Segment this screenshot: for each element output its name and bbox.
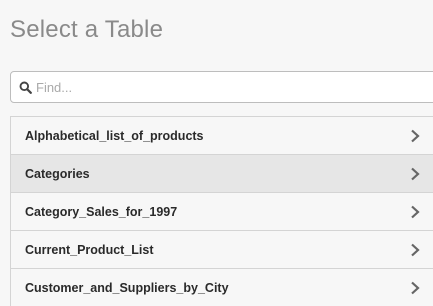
search-icon [19, 81, 32, 94]
page-title: Select a Table [10, 16, 164, 43]
list-item[interactable]: Categories [11, 155, 433, 193]
search-input[interactable] [36, 79, 416, 95]
list-item[interactable]: Alphabetical_list_of_products [11, 117, 433, 155]
list-item[interactable]: Current_Product_List [11, 231, 433, 269]
list-item-label: Category_Sales_for_1997 [25, 204, 178, 219]
search-box[interactable] [10, 71, 433, 103]
select-table-panel: Select a Table Alphabetical_list_of_prod… [0, 0, 433, 306]
chevron-right-icon [411, 129, 420, 143]
list-item-label: Customer_and_Suppliers_by_City [25, 280, 229, 295]
list-item-label: Current_Product_List [25, 242, 154, 257]
chevron-right-icon [411, 281, 420, 295]
list-item[interactable]: Category_Sales_for_1997 [11, 193, 433, 231]
list-item-label: Alphabetical_list_of_products [25, 128, 204, 143]
list-item-label: Categories [25, 166, 90, 181]
chevron-right-icon [411, 167, 420, 181]
list-item[interactable]: Customer_and_Suppliers_by_City [11, 269, 433, 306]
chevron-right-icon [411, 205, 420, 219]
chevron-right-icon [411, 243, 420, 257]
table-list: Alphabetical_list_of_products Categories… [10, 116, 433, 306]
